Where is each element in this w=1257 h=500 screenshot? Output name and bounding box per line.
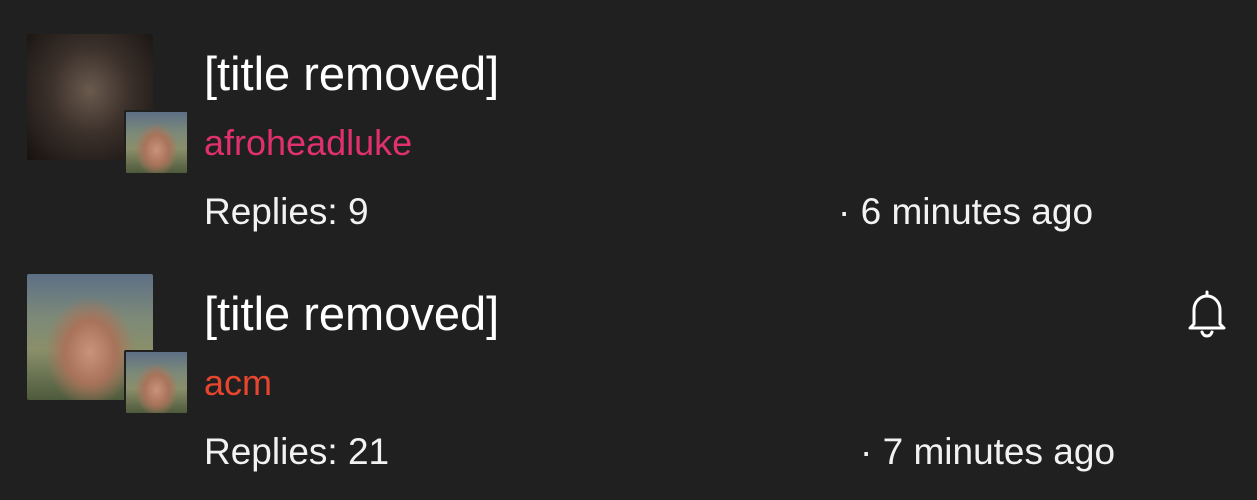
thread-author[interactable]: afroheadluke [204,121,412,165]
user-avatar[interactable] [124,350,189,415]
thread-timestamp: · 7 minutes ago [860,431,1116,472]
reply-count: Replies: 21 [204,431,390,472]
reply-count: Replies: 9 [204,191,369,232]
thread-item[interactable]: [title removed] afroheadluke Replies: 9 … [0,0,1257,240]
avatar-image [126,352,187,413]
thread-list: [title removed] afroheadluke Replies: 9 … [0,0,1257,500]
thread-author[interactable]: acm [204,361,272,405]
thread-item[interactable]: [title removed] acm Replies: 21 · 7 minu… [0,240,1257,480]
user-avatar[interactable] [124,110,189,175]
thread-timestamp: · 6 minutes ago [838,191,1094,232]
bell-icon[interactable] [1183,288,1231,338]
thread-title[interactable]: [title removed] [204,286,499,342]
avatar-image [126,112,187,173]
thread-title[interactable]: [title removed] [204,46,499,102]
